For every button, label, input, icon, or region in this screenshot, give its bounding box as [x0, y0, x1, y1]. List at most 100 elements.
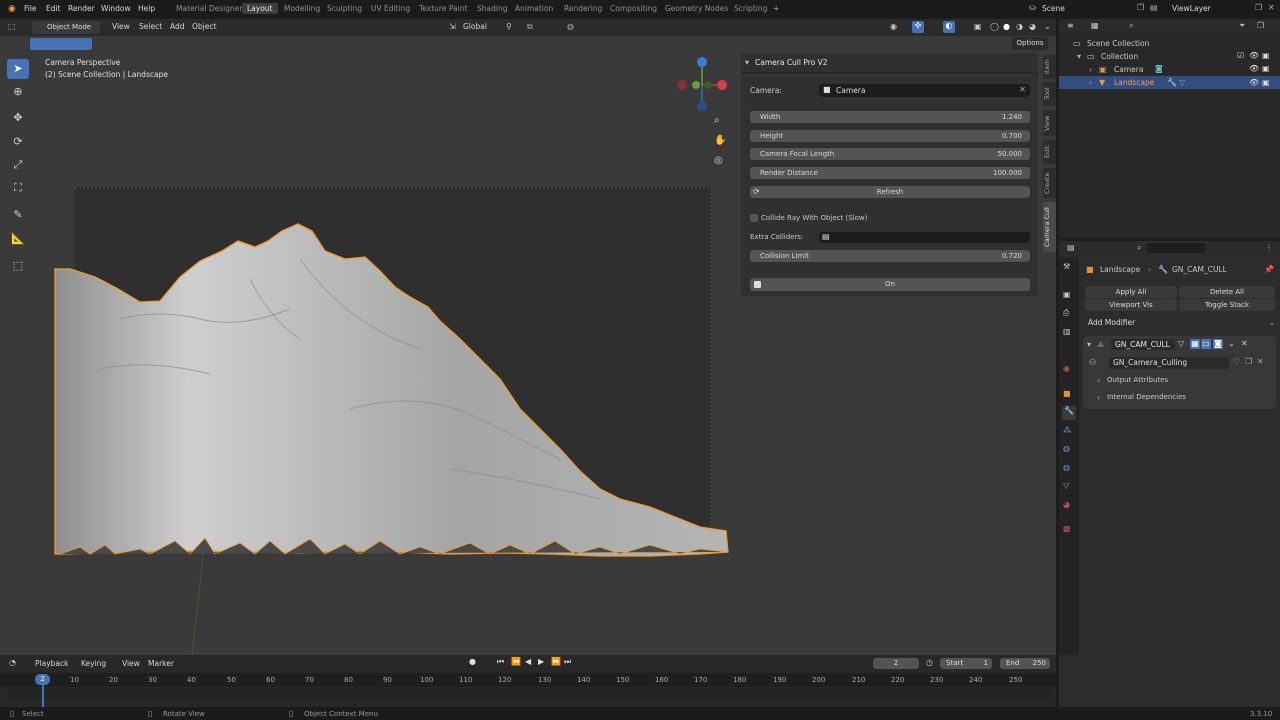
tab-rendering[interactable]: Rendering [564, 4, 602, 13]
toggle-stack-button[interactable]: Toggle Stack [1179, 299, 1275, 311]
output-attributes-subpanel[interactable]: Output Attributes [1107, 376, 1168, 384]
solid-shading-icon[interactable]: ● [1003, 22, 1010, 31]
pin-icon[interactable]: 📌 [1264, 265, 1274, 274]
menu-help[interactable]: Help [138, 4, 155, 13]
timeline-menu-marker[interactable]: Marker [148, 659, 174, 668]
collection-render-icon[interactable]: ▣ [1262, 51, 1270, 60]
expand-landscape-icon[interactable]: › [1089, 78, 1092, 87]
jump-end-icon[interactable]: ⏭ [564, 657, 571, 667]
viewport-vis-button[interactable]: Viewport Vis [1085, 299, 1177, 311]
scale-tool-icon[interactable]: ⤢ [7, 155, 29, 175]
play-reverse-icon[interactable]: ◀ [525, 657, 531, 666]
sidebar-tab-item[interactable]: Item [1043, 55, 1056, 79]
overlays-toggle-icon[interactable]: ◐ [943, 21, 955, 33]
annotate-tool-icon[interactable]: ✎ [7, 205, 29, 225]
tab-scripting[interactable]: Scripting [734, 4, 767, 13]
sidebar-tab-view[interactable]: View [1043, 110, 1056, 136]
collection-visibility-icon[interactable]: 👁 [1249, 51, 1259, 60]
timeline-menu-keying[interactable]: Keying [81, 659, 106, 668]
viewport-menu-view[interactable]: View [112, 22, 130, 31]
start-frame-field[interactable]: Start 1 [940, 658, 992, 669]
edit-mode-toggle-icon[interactable]: ▽ [1178, 339, 1184, 348]
realtime-toggle-icon[interactable]: ▭ [1201, 339, 1211, 349]
navigation-gizmo[interactable] [672, 55, 732, 115]
add-workspace-icon[interactable]: + [773, 4, 779, 13]
camera-render-icon[interactable]: ▣ [1262, 64, 1270, 73]
viewport-menu-select[interactable]: Select [139, 22, 162, 31]
zoom-icon[interactable]: ⌕ [714, 115, 720, 126]
object-props-icon[interactable]: ■ [1063, 389, 1071, 398]
delete-all-button[interactable]: Delete All [1179, 286, 1275, 298]
properties-options-icon[interactable]: ⋮ [1265, 243, 1273, 252]
camera-picker[interactable]: ■ Camera ✕ [819, 84, 1030, 97]
record-icon[interactable]: ● [469, 657, 476, 666]
output-props-icon[interactable]: ⎙ [1063, 308, 1069, 318]
tab-animation[interactable]: Animation [515, 4, 553, 13]
menu-window[interactable]: Window [101, 4, 131, 13]
tab-modelling[interactable]: Modelling [284, 4, 320, 13]
physics-props-icon[interactable]: ◍ [1063, 444, 1070, 453]
mode-dropdown[interactable]: Object Mode [32, 21, 100, 34]
timeline-scrollbar[interactable] [8, 688, 1052, 700]
view-layer-name[interactable]: ViewLayer [1172, 4, 1211, 13]
exclude-checkbox-icon[interactable]: ☑ [1237, 51, 1244, 60]
timeline-menu-playback[interactable]: Playback [35, 659, 68, 668]
sidebar-tab-edit[interactable]: Edit [1043, 140, 1056, 164]
new-viewlayer-icon[interactable]: ❐ [1255, 3, 1262, 12]
move-tool-icon[interactable]: ✥ [7, 108, 29, 128]
outliner-editor-icon[interactable]: ≡ [1067, 21, 1074, 30]
tool-props-icon[interactable]: ⚒ [1063, 262, 1070, 271]
playhead[interactable]: 2 [35, 674, 50, 685]
node-group-icon[interactable]: ⚇ [1089, 358, 1096, 367]
outliner-search-icon[interactable]: ⌕ [1129, 21, 1133, 31]
display-mode-icon[interactable]: ▦ [1091, 21, 1099, 30]
duplicate-node-group-icon[interactable]: ❐ [1245, 357, 1252, 366]
outliner-scene-collection[interactable]: Scene Collection [1087, 39, 1149, 48]
preview-range-icon[interactable]: ◷ [926, 658, 933, 667]
viewport-menu-add[interactable]: Add [170, 22, 185, 31]
prev-keyframe-icon[interactable]: ⏪ [511, 657, 521, 666]
snap-icon[interactable]: ⧉ [527, 22, 533, 32]
rotate-tool-icon[interactable]: ⟳ [7, 132, 29, 152]
blender-logo-icon[interactable]: ◉ [8, 4, 16, 14]
clear-camera-icon[interactable]: ✕ [1019, 85, 1026, 94]
add-cube-tool-icon[interactable]: ⬚ [7, 256, 29, 276]
menu-file[interactable]: File [24, 4, 37, 13]
gizmo-toggle-icon[interactable]: ✣ [912, 21, 924, 33]
landscape-visibility-icon[interactable]: 👁 [1249, 78, 1259, 87]
breadcrumb-modifier[interactable]: GN_CAM_CULL [1172, 265, 1227, 274]
output-attributes-expand-icon[interactable]: › [1097, 376, 1100, 385]
tab-uv-editing[interactable]: UV Editing [371, 4, 410, 13]
options-button[interactable]: Options [1012, 37, 1048, 50]
camera-visibility-icon[interactable]: 👁 [1249, 64, 1259, 73]
tab-sculpting[interactable]: Sculpting [327, 4, 362, 13]
extra-colliders-picker[interactable]: ▤ [819, 232, 1030, 243]
modifier-menu-icon[interactable]: ⌄ [1228, 339, 1235, 348]
filter-icon[interactable]: ⏷ [1239, 21, 1245, 31]
focal-length-field[interactable]: Camera Focal Length 50.000 [750, 148, 1030, 160]
shading-dropdown-icon[interactable]: ⌄ [1044, 22, 1051, 31]
height-field[interactable]: Height 0.700 [750, 130, 1030, 142]
internal-dependencies-expand-icon[interactable]: › [1097, 393, 1100, 402]
sidebar-tab-tool[interactable]: Tool [1043, 82, 1056, 106]
visibility-icon[interactable]: ◉ [890, 22, 897, 31]
proportional-edit-icon[interactable]: ◍ [567, 22, 574, 31]
measure-tool-icon[interactable]: 📐 [7, 229, 29, 249]
pan-hand-icon[interactable]: ✋ [714, 135, 726, 146]
transform-orientation[interactable]: Global [463, 22, 487, 31]
properties-search-icon[interactable]: ⌕ [1137, 243, 1141, 253]
end-frame-field[interactable]: End 250 [1000, 658, 1050, 669]
apply-all-button[interactable]: Apply All [1085, 286, 1177, 298]
landscape-render-icon[interactable]: ▣ [1262, 78, 1270, 87]
scene-name[interactable]: Scene [1042, 4, 1065, 13]
data-props-icon[interactable]: ▽ [1063, 481, 1069, 490]
outliner-collection[interactable]: Collection [1101, 52, 1138, 61]
cage-toggle-icon[interactable]: ▦ [1190, 339, 1200, 349]
rendered-shading-icon[interactable]: ◕ [1029, 22, 1036, 31]
viewport-menu-object[interactable]: Object [192, 22, 216, 31]
fake-user-icon[interactable]: ♡ [1233, 357, 1240, 366]
tab-material-designer[interactable]: Material Designer [176, 4, 242, 13]
unlink-node-group-icon[interactable]: ✕ [1257, 357, 1264, 366]
sidebar-tab-camera-cull[interactable]: Camera Cull [1043, 202, 1056, 252]
width-field[interactable]: Width 1.240 [750, 111, 1030, 123]
